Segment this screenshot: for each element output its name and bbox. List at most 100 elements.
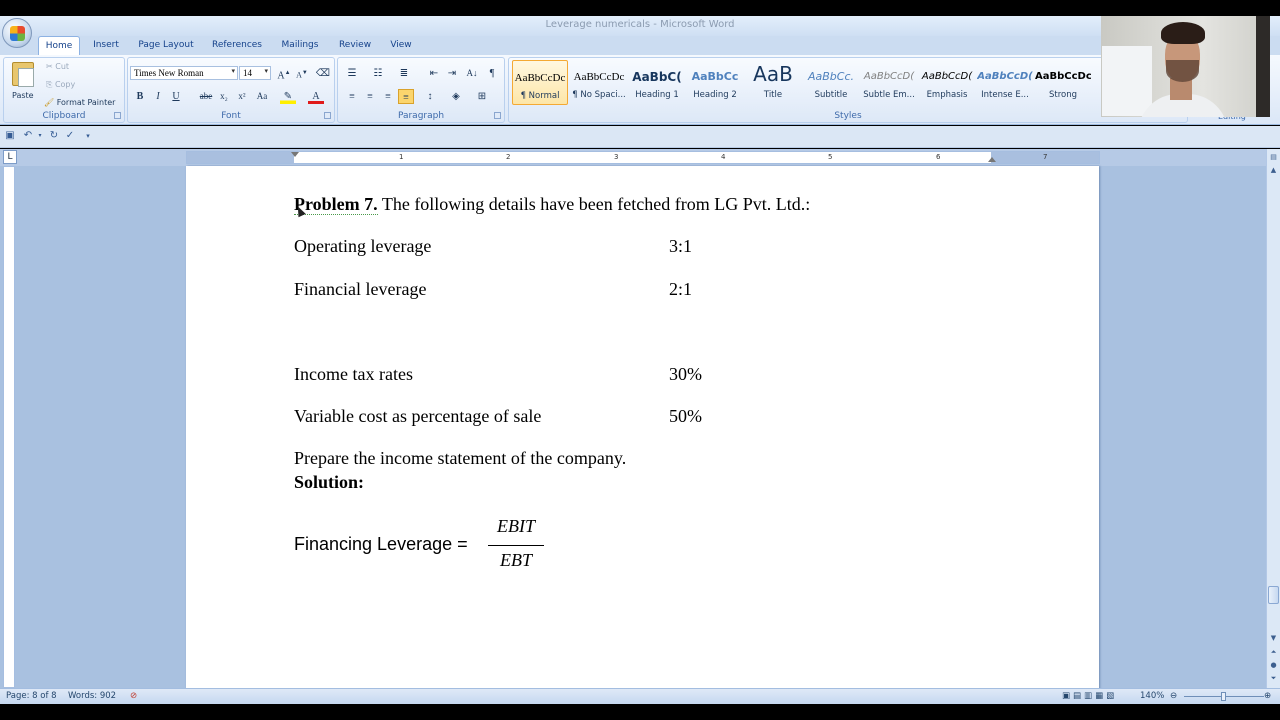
font-launcher[interactable] — [324, 112, 331, 119]
font-name-value: Times New Roman — [134, 68, 204, 78]
style-heading-2[interactable]: AaBbCc Heading 2 — [687, 60, 743, 105]
grow-font-icon[interactable]: A▲ — [276, 66, 292, 81]
paragraph-launcher[interactable] — [494, 112, 501, 119]
spelling-icon[interactable]: ✓ — [64, 130, 76, 142]
previous-page-icon[interactable]: ⏶ — [1268, 647, 1279, 658]
decrease-indent-icon[interactable]: ⇤ — [426, 66, 442, 81]
style-name: Heading 1 — [635, 90, 679, 100]
view-buttons[interactable]: ▣▤▥▦▧ — [1062, 691, 1117, 701]
strikethrough-icon[interactable]: abe — [198, 89, 214, 104]
problem-label: Problem 7. — [294, 194, 378, 215]
shading-icon[interactable]: ◈ — [448, 89, 464, 104]
office-button[interactable] — [2, 18, 32, 48]
line-spacing-icon[interactable]: ↕ — [422, 89, 438, 104]
numbering-icon[interactable]: ☷ — [370, 66, 386, 81]
italic-icon[interactable]: I — [150, 89, 166, 104]
underline-icon[interactable]: U — [168, 89, 184, 104]
browse-object-icon[interactable]: ● — [1268, 660, 1279, 671]
tab-insert[interactable]: Insert — [86, 36, 126, 55]
subscript-icon[interactable]: x₂ — [216, 89, 232, 104]
style-emphasis[interactable]: AaBbCcD(Emphasis — [919, 60, 975, 105]
ruler-toggle-icon[interactable]: ▤ — [1268, 152, 1279, 163]
right-indent-marker[interactable] — [988, 157, 996, 162]
save-icon[interactable]: ▣ — [4, 130, 16, 142]
zoom-level[interactable]: 140% — [1140, 691, 1164, 701]
change-case-icon[interactable]: Aa — [254, 89, 270, 104]
vertical-scrollbar[interactable]: ▤ ▲ ▼ ⏶ ● ⏷ — [1266, 149, 1280, 688]
show-formatting-marks-icon[interactable]: ¶ — [484, 66, 500, 81]
tab-mailings[interactable]: Mailings — [276, 36, 324, 55]
multilevel-list-icon[interactable]: ≣ — [396, 66, 412, 81]
font-color-icon[interactable]: A — [308, 89, 324, 104]
style-subtitle[interactable]: AaBbCc. Subtitle — [803, 60, 859, 105]
zoom-slider-thumb[interactable] — [1221, 692, 1226, 701]
style-intense-emphasis[interactable]: AaBbCcD(Intense E... — [977, 60, 1033, 105]
shrink-font-icon[interactable]: A▼ — [294, 66, 310, 81]
bold-icon[interactable]: B — [132, 89, 148, 104]
row-label: Operating leverage — [294, 236, 432, 256]
paste-button[interactable]: Paste — [6, 60, 42, 108]
font-group-label: Font — [221, 111, 241, 121]
borders-icon[interactable]: ⊞ — [474, 89, 490, 104]
style-name: Heading 2 — [693, 90, 737, 100]
scroll-thumb[interactable] — [1268, 586, 1279, 604]
clipboard-launcher[interactable] — [114, 112, 121, 119]
ruler-number: 7 — [1043, 153, 1048, 161]
tab-references[interactable]: References — [206, 36, 268, 55]
page-count[interactable]: Page: 8 of 8 — [6, 691, 57, 701]
superscript-icon[interactable]: x² — [234, 89, 250, 104]
scroll-down-icon[interactable]: ▼ — [1268, 633, 1279, 644]
increase-indent-icon[interactable]: ⇥ — [444, 66, 460, 81]
tab-review[interactable]: Review — [334, 36, 376, 55]
tab-view[interactable]: View — [384, 36, 418, 55]
font-name-select[interactable]: Times New Roman ▾ — [130, 66, 238, 80]
undo-icon[interactable]: ↶ — [22, 130, 34, 142]
scroll-up-icon[interactable]: ▲ — [1268, 165, 1279, 176]
align-left-icon[interactable]: ≡ — [344, 89, 360, 104]
style-name: Strong — [1048, 90, 1078, 100]
style-heading-1[interactable]: AaBbC( Heading 1 — [629, 60, 685, 105]
clear-formatting-icon[interactable]: ⌫ — [315, 66, 331, 81]
style-preview: AaBbCcD( — [977, 71, 1033, 82]
ruler-number: 6 — [936, 153, 941, 161]
style-subtle-emphasis[interactable]: AaBbCcD(Subtle Em... — [861, 60, 917, 105]
copy-button[interactable]: ⎘ Copy — [46, 79, 75, 91]
chevron-down-icon[interactable]: ▾ — [34, 130, 46, 142]
problem-heading: Problem 7. The following details have be… — [294, 193, 810, 215]
justify-icon[interactable]: ≡ — [398, 89, 414, 104]
ribbon-tabs: Home Insert Page Layout References Maili… — [0, 36, 1280, 55]
webcam-window-light — [1102, 46, 1152, 116]
format-painter-label: Format Painter — [56, 98, 116, 107]
sort-icon[interactable]: A↓ — [464, 66, 480, 81]
align-center-icon[interactable]: ≡ — [362, 89, 378, 104]
next-page-icon[interactable]: ⏷ — [1268, 673, 1279, 684]
customize-toolbar-icon[interactable]: ▾ — [82, 130, 94, 142]
style-strong[interactable]: AaBbCcDc Strong — [1035, 60, 1091, 105]
webcam-shadow — [1256, 16, 1270, 117]
equation-numerator: EBIT — [497, 516, 535, 536]
zoom-in-icon[interactable]: ⊕ — [1264, 691, 1271, 701]
cut-button[interactable]: ✂ Cut — [46, 61, 69, 73]
font-size-select[interactable]: 14 ▾ — [239, 66, 271, 80]
font-size-value: 14 — [243, 68, 252, 78]
redo-icon[interactable]: ↻ — [48, 130, 60, 142]
style-no-spacing[interactable]: AaBbCcDc ¶ No Spaci... — [571, 60, 627, 105]
style-title[interactable]: AaB Title — [745, 60, 801, 105]
equation-fraction: EBIT EBT — [488, 514, 544, 574]
format-painter-button[interactable]: 🖌 Format Painter — [44, 97, 115, 109]
tab-home[interactable]: Home — [38, 36, 80, 55]
proofing-icon[interactable]: ⊘ — [130, 691, 137, 701]
style-normal[interactable]: AaBbCcDc ¶ Normal — [512, 60, 568, 105]
zoom-out-icon[interactable]: ⊖ — [1170, 691, 1177, 701]
style-preview: AaBbCcDc — [1035, 71, 1091, 82]
style-preview: AaBbC( — [632, 70, 682, 84]
horizontal-ruler[interactable]: 1 2 3 4 5 6 7 — [186, 151, 1100, 164]
first-line-indent-marker[interactable] — [291, 152, 299, 157]
word-count[interactable]: Words: 902 — [68, 691, 116, 701]
tab-selector-icon[interactable]: L — [3, 150, 17, 164]
align-right-icon[interactable]: ≡ — [380, 89, 396, 104]
bullets-icon[interactable]: ☰ — [344, 66, 360, 81]
highlight-icon[interactable]: ✎ — [280, 89, 296, 104]
tab-page-layout[interactable]: Page Layout — [134, 36, 198, 55]
vertical-ruler[interactable] — [3, 166, 15, 688]
